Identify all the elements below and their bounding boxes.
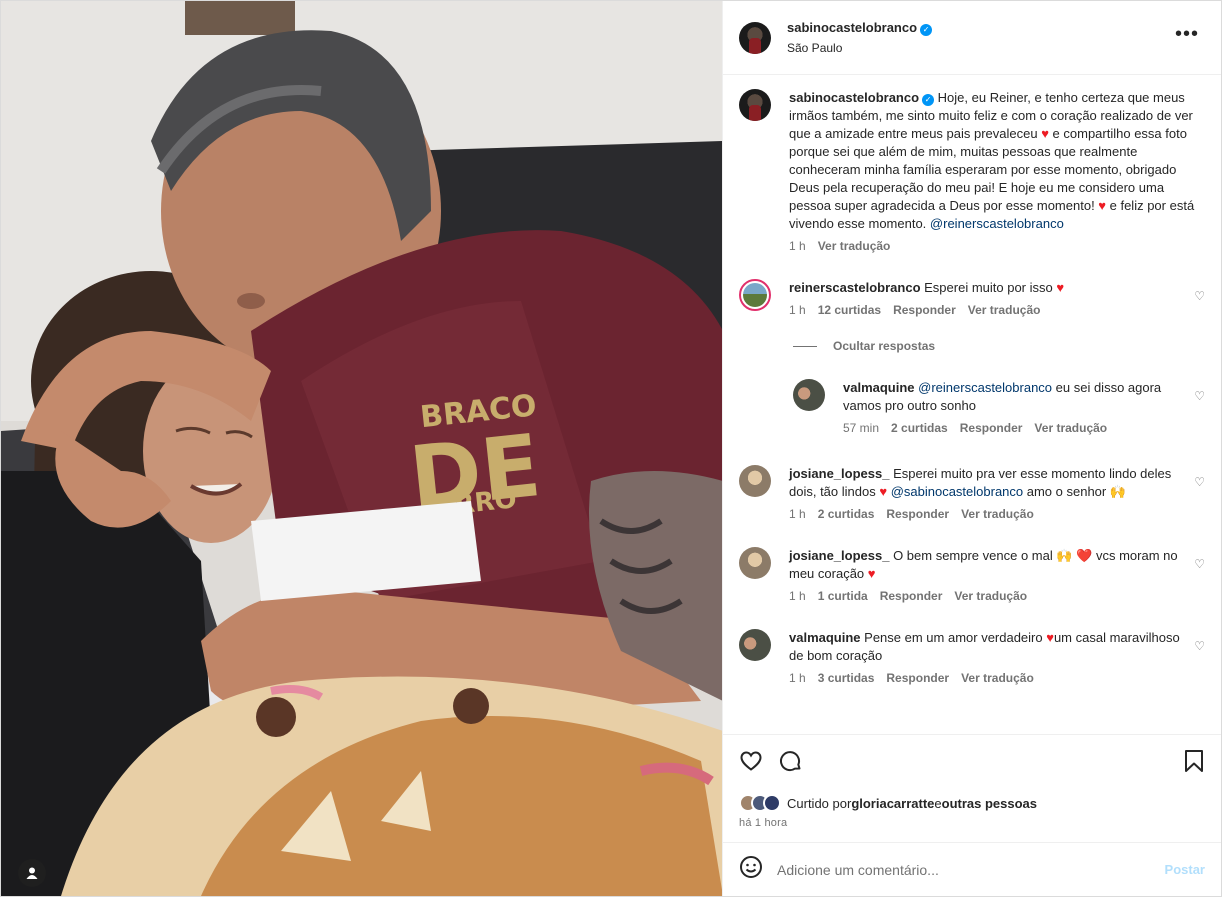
post-photo[interactable]: BRACO DE FERRO	[1, 1, 723, 896]
commenter-username[interactable]: josiane_lopess_	[789, 548, 889, 563]
caption-meta: 1 h Ver tradução	[789, 239, 1199, 253]
commenter-avatar[interactable]	[739, 547, 771, 579]
verified-badge-icon: ✓	[922, 94, 935, 106]
commenter-username[interactable]: josiane_lopess_	[789, 466, 889, 481]
comment-time[interactable]: 57 min	[843, 421, 879, 435]
comment-likes[interactable]: 2 curtidas	[891, 421, 948, 435]
heart-icon[interactable]: ♡	[1194, 475, 1205, 489]
comment-input[interactable]	[777, 861, 1165, 878]
comment-time[interactable]: 1 h	[789, 671, 806, 685]
translate-link[interactable]: Ver tradução	[954, 589, 1027, 603]
caption-time[interactable]: 1 h	[789, 239, 806, 253]
comment-likes[interactable]: 1 curtida	[818, 589, 868, 603]
comment-item: josiane_lopess_ Esperei muito pra ver es…	[739, 465, 1205, 521]
commenter-avatar[interactable]	[739, 465, 771, 497]
red-heart-emoji: ♥	[1098, 198, 1107, 213]
likers-others-link[interactable]: outras pessoas	[942, 796, 1037, 811]
raising-hands-emoji: 🙌	[1109, 484, 1127, 499]
reply-item: valmaquine @reinerscastelobranco eu sei …	[793, 379, 1205, 435]
red-heart-emoji: ♥	[879, 484, 888, 499]
author-username[interactable]: sabinocastelobranco	[787, 20, 917, 35]
post-side-panel: sabinocastelobranco ✓ São Paulo ••• sabin…	[723, 1, 1221, 896]
caption-mention[interactable]: @reinerscastelobranco	[930, 216, 1064, 231]
comment-icon[interactable]	[779, 749, 803, 776]
red-heart-emoji: ♥	[1041, 126, 1049, 141]
translate-link[interactable]: Ver tradução	[961, 507, 1034, 521]
translate-link[interactable]: Ver tradução	[968, 303, 1041, 317]
photo-illustration: BRACO DE FERRO	[1, 1, 722, 896]
heart-icon[interactable]: ♡	[1194, 289, 1205, 303]
liker-avatars	[739, 794, 781, 812]
comment-item: valmaquine Pense em um amor verdadeiro ♥…	[739, 629, 1205, 685]
liked-by: Curtido por gloriacarratte e outras pess…	[739, 794, 1205, 812]
caption-username[interactable]: sabinocastelobranco	[789, 90, 919, 105]
comment-time[interactable]: 1 h	[789, 303, 806, 317]
caption-avatar[interactable]	[739, 89, 771, 121]
comment-mention[interactable]: @reinerscastelobranco	[918, 380, 1052, 395]
comments-list[interactable]: sabinocastelobranco ✓ Hoje, eu Reiner, e …	[723, 75, 1221, 734]
red-heart-emoji: ♥	[1056, 280, 1065, 295]
post-timestamp[interactable]: há 1 hora	[739, 817, 1205, 829]
comment-time[interactable]: 1 h	[789, 507, 806, 521]
reply-button[interactable]: Responder	[880, 589, 943, 603]
add-comment-bar: Postar	[723, 842, 1221, 896]
commenter-username[interactable]: reinerscastelobranco	[789, 280, 921, 295]
heart-icon[interactable]: ♡	[1194, 389, 1205, 403]
comment-item: josiane_lopess_ O bem sempre vence o mal…	[739, 547, 1205, 603]
post-header: sabinocastelobranco ✓ São Paulo •••	[723, 1, 1221, 75]
emoji-icon[interactable]	[739, 855, 763, 885]
commenter-avatar[interactable]	[793, 379, 825, 411]
commenter-username[interactable]: valmaquine	[843, 380, 915, 395]
translate-link[interactable]: Ver tradução	[961, 671, 1034, 685]
bookmark-icon[interactable]	[1183, 749, 1205, 776]
liker-username[interactable]: gloriacarratte	[851, 796, 934, 811]
translate-link[interactable]: Ver tradução	[1034, 421, 1107, 435]
caption-text: sabinocastelobranco ✓ Hoje, eu Reiner, e …	[789, 90, 1195, 231]
reply-button[interactable]: Responder	[893, 303, 956, 317]
emoji: 🙌 ❤️	[1056, 548, 1093, 563]
post-actions: Curtido por gloriacarratte e outras pess…	[723, 734, 1221, 842]
red-heart-emoji: ♥	[867, 566, 876, 581]
comment-mention[interactable]: @sabinocastelobranco	[891, 484, 1023, 499]
comment-item: reinerscastelobranco Esperei muito por i…	[739, 279, 1205, 317]
hide-replies-toggle[interactable]: Ocultar respostas	[793, 339, 1205, 353]
commenter-avatar[interactable]	[739, 279, 771, 311]
heart-icon[interactable]: ♡	[1194, 557, 1205, 571]
author-avatar[interactable]	[739, 21, 771, 54]
reply-button[interactable]: Responder	[886, 671, 949, 685]
red-heart-emoji: ♥	[1046, 630, 1054, 645]
reply-button[interactable]: Responder	[886, 507, 949, 521]
caption: sabinocastelobranco ✓ Hoje, eu Reiner, e …	[739, 89, 1205, 253]
more-options-icon[interactable]: •••	[1175, 24, 1199, 44]
commenter-username[interactable]: valmaquine	[789, 630, 861, 645]
comment-likes[interactable]: 12 curtidas	[818, 303, 881, 317]
post-location[interactable]: São Paulo	[787, 41, 932, 55]
post-modal: BRACO DE FERRO	[0, 0, 1222, 897]
post-comment-button[interactable]: Postar	[1165, 862, 1205, 877]
user-tag-icon[interactable]	[18, 859, 46, 887]
comment-time[interactable]: 1 h	[789, 589, 806, 603]
commenter-avatar[interactable]	[739, 629, 771, 661]
translate-link[interactable]: Ver tradução	[818, 239, 891, 253]
heart-icon[interactable]: ♡	[1194, 639, 1205, 653]
comment-likes[interactable]: 3 curtidas	[818, 671, 875, 685]
reply-button[interactable]: Responder	[960, 421, 1023, 435]
comment-likes[interactable]: 2 curtidas	[818, 507, 875, 521]
verified-badge-icon: ✓	[920, 24, 933, 36]
heart-icon[interactable]	[739, 749, 763, 776]
